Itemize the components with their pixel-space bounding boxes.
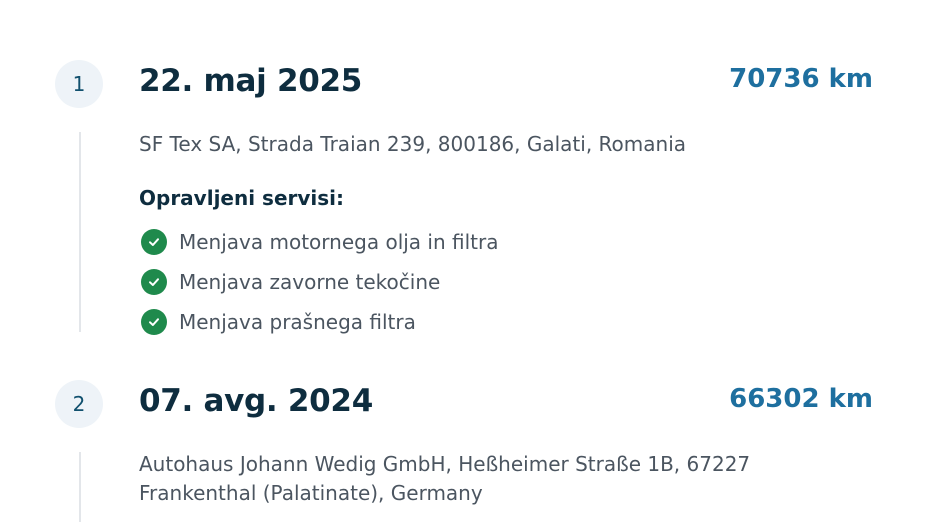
step-number-badge: 2 — [55, 380, 103, 428]
service-item-label: Menjava zavorne tekočine — [179, 270, 441, 294]
service-item-label: Menjava prašnega filtra — [179, 310, 416, 334]
service-location-address: SF Tex SA, Strada Traian 239, 800186, Ga… — [139, 132, 687, 156]
services-heading: Opravljeni servisi: — [139, 186, 345, 210]
service-mileage: 70736 km — [729, 64, 873, 94]
service-history-timeline: 1 22. maj 2025 70736 km SF Tex SA, Strad… — [0, 0, 930, 522]
services-list: Menjava motornega olja in filtra Menjava… — [141, 222, 498, 342]
service-location-address: Autohaus Johann Wedig GmbH, Heßheimer St… — [139, 452, 751, 505]
check-circle-icon — [141, 269, 167, 295]
check-circle-icon — [141, 229, 167, 255]
service-item: Menjava motornega olja in filtra — [141, 222, 498, 262]
timeline-connector — [79, 452, 81, 522]
service-date: 07. avg. 2024 — [139, 383, 373, 419]
service-date: 22. maj 2025 — [139, 63, 363, 99]
check-circle-icon — [141, 309, 167, 335]
service-mileage: 66302 km — [729, 384, 873, 414]
service-item-label: Menjava motornega olja in filtra — [179, 230, 499, 254]
service-item: Menjava zavorne tekočine — [141, 262, 498, 302]
step-number-badge: 1 — [55, 60, 103, 108]
timeline-connector — [79, 132, 81, 332]
service-item: Menjava prašnega filtra — [141, 302, 498, 342]
